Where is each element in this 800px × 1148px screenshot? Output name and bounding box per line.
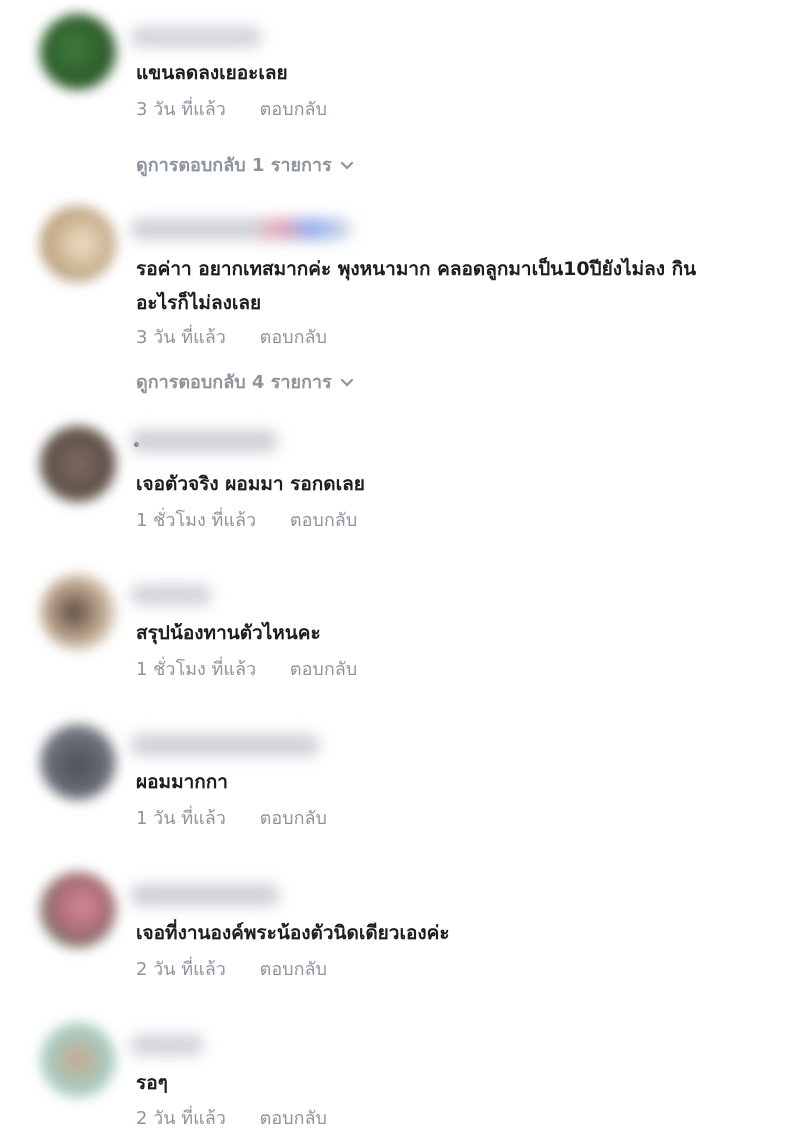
comment-text: รอค่าา อยากเทสมากค่ะ พุงหนามาก คลอดลูกมา…: [136, 258, 697, 314]
author-name-blurred[interactable]: [130, 218, 352, 240]
avatar[interactable]: [40, 724, 116, 800]
comment-meta: 3 วัน ที่แล้ว ตอบกลับ: [136, 94, 327, 123]
avatar[interactable]: [40, 574, 116, 650]
reply-link[interactable]: ตอบกลับ: [260, 1108, 327, 1129]
comment-meta: 1 วัน ที่แล้ว ตอบกลับ: [136, 803, 327, 832]
comment-text: แขนลดลงเยอะเลย: [136, 62, 288, 84]
view-replies-label: ดูการตอบกลับ 4 รายการ: [136, 372, 332, 393]
view-replies-link[interactable]: ดูการตอบกลับ 4 รายการ: [136, 367, 354, 396]
comment-meta: 3 วัน ที่แล้ว ตอบกลับ: [136, 322, 327, 351]
comment-text: รอๆ: [136, 1072, 168, 1094]
reply-link[interactable]: ตอบกลับ: [260, 99, 327, 120]
avatar[interactable]: [40, 426, 116, 502]
comment-time: 1 วัน ที่แล้ว: [136, 808, 226, 829]
chevron-down-icon: [340, 378, 353, 387]
reply-link[interactable]: ตอบกลับ: [260, 327, 327, 348]
author-name-blurred[interactable]: [130, 26, 262, 48]
comment-meta: 2 วัน ที่แล้ว ตอบกลับ: [136, 1103, 327, 1132]
avatar[interactable]: [40, 14, 116, 90]
comment-time: 2 วัน ที่แล้ว: [136, 1108, 226, 1129]
view-replies-link[interactable]: ดูการตอบกลับ 1 รายการ: [136, 150, 354, 179]
reply-link[interactable]: ตอบกลับ: [290, 659, 357, 680]
comment-time: 1 ชั่วโมง ที่แล้ว: [136, 659, 257, 680]
view-replies-label: ดูการตอบกลับ 1 รายการ: [136, 155, 332, 176]
comment-meta: 1 ชั่วโมง ที่แล้ว ตอบกลับ: [136, 654, 357, 683]
comment-time: 2 วัน ที่แล้ว: [136, 959, 226, 980]
comment-time: 1 ชั่วโมง ที่แล้ว: [136, 510, 257, 531]
author-name-blurred[interactable]: [130, 734, 320, 756]
comment-time: 3 วัน ที่แล้ว: [136, 99, 226, 120]
comment-text: ผอมมากกา: [136, 771, 228, 793]
chevron-down-icon: [340, 161, 353, 170]
avatar[interactable]: [40, 1022, 116, 1098]
avatar[interactable]: [40, 206, 116, 282]
author-name-blurred[interactable]: [130, 884, 280, 906]
comment-meta: 2 วัน ที่แล้ว ตอบกลับ: [136, 954, 327, 983]
author-name-blurred[interactable]: [130, 1034, 204, 1056]
comment-text: เจอที่งานองค์พระน้องตัวนิดเดียวเองค่ะ: [136, 922, 450, 944]
reply-link[interactable]: ตอบกลับ: [290, 510, 357, 531]
comment-time: 3 วัน ที่แล้ว: [136, 327, 226, 348]
comment-text: เจอตัวจริง ผอมมา รอกดเลย: [136, 473, 365, 495]
avatar[interactable]: [40, 872, 116, 948]
reply-link[interactable]: ตอบกลับ: [260, 959, 327, 980]
comment-meta: 1 ชั่วโมง ที่แล้ว ตอบกลับ: [136, 505, 357, 534]
author-name-blurred[interactable]: [130, 584, 212, 606]
comment-text: สรุปน้องทานตัวไหนคะ: [136, 622, 321, 644]
reply-link[interactable]: ตอบกลับ: [260, 808, 327, 829]
author-name-blurred[interactable]: [130, 430, 278, 452]
